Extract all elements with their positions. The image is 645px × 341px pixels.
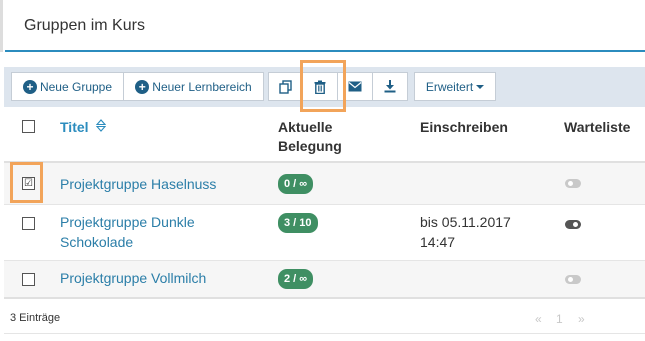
envelope-icon (348, 81, 362, 92)
sort-icon[interactable] (96, 119, 106, 132)
plus-circle-icon: + (22, 79, 37, 94)
group-link[interactable]: Projektgruppe Vollmilch (60, 268, 206, 288)
entries-count: 3 Einträge (10, 312, 61, 324)
column-header-title[interactable]: Titel (60, 117, 89, 137)
panel-header: Gruppen im Kurs (0, 0, 645, 52)
pager-next[interactable]: » (578, 312, 585, 326)
extended-dropdown-button[interactable]: Erweitert (414, 72, 496, 101)
group-link-line2[interactable]: Schokolade (60, 232, 133, 252)
download-button[interactable] (372, 72, 408, 101)
waitlist-toggle[interactable] (565, 220, 581, 229)
waitlist-toggle[interactable] (565, 179, 581, 188)
pager-prev[interactable]: « (535, 312, 542, 326)
pager-page[interactable]: 1 (556, 312, 563, 326)
new-area-label: Neuer Lernbereich (152, 79, 252, 94)
occupancy-badge: 2 / ∞ (278, 269, 314, 289)
row-checkbox[interactable] (22, 217, 35, 230)
select-all-checkbox[interactable] (22, 120, 35, 133)
plus-circle-icon: + (135, 79, 150, 94)
column-header-occupancy-line1: Aktuelle (278, 119, 333, 135)
extended-label: Erweitert (425, 79, 474, 94)
group-link-line1[interactable]: Projektgruppe Dunkle (60, 212, 195, 232)
toolbar: + Neue Gruppe + Neuer Lernbereich Erweit… (4, 67, 645, 107)
table-bottom-line (4, 297, 645, 299)
column-header-occupancy-line2: Belegung (278, 138, 342, 154)
row-checkbox[interactable] (22, 273, 35, 286)
new-group-button[interactable]: + Neue Gruppe (11, 72, 124, 101)
email-button[interactable] (337, 72, 373, 101)
occupancy-badge: 0 / ∞ (278, 174, 314, 194)
header-divider (5, 50, 645, 52)
column-header-waitlist: Warteliste (564, 119, 631, 135)
row-divider (4, 204, 645, 205)
caret-down-icon (476, 84, 485, 89)
page-title: Gruppen im Kurs (24, 17, 145, 34)
enroll-deadline-time: 14:47 (420, 234, 456, 250)
waitlist-toggle[interactable] (565, 275, 581, 284)
footer-divider (4, 333, 645, 334)
copy-icon (279, 79, 292, 94)
enroll-deadline-date: bis 05.11.2017 (420, 214, 511, 230)
occupancy-badge: 3 / 10 (278, 213, 318, 233)
trash-icon (314, 80, 326, 94)
new-group-label: Neue Gruppe (39, 79, 113, 94)
download-icon (384, 80, 396, 93)
row-checkbox[interactable]: ☑ (22, 177, 35, 190)
new-area-button[interactable]: + Neuer Lernbereich (123, 72, 264, 101)
delete-button[interactable] (302, 72, 338, 101)
copy-button[interactable] (268, 72, 303, 101)
column-header-enroll: Einschreiben (420, 119, 508, 135)
group-link[interactable]: Projektgruppe Haselnuss (60, 174, 216, 194)
